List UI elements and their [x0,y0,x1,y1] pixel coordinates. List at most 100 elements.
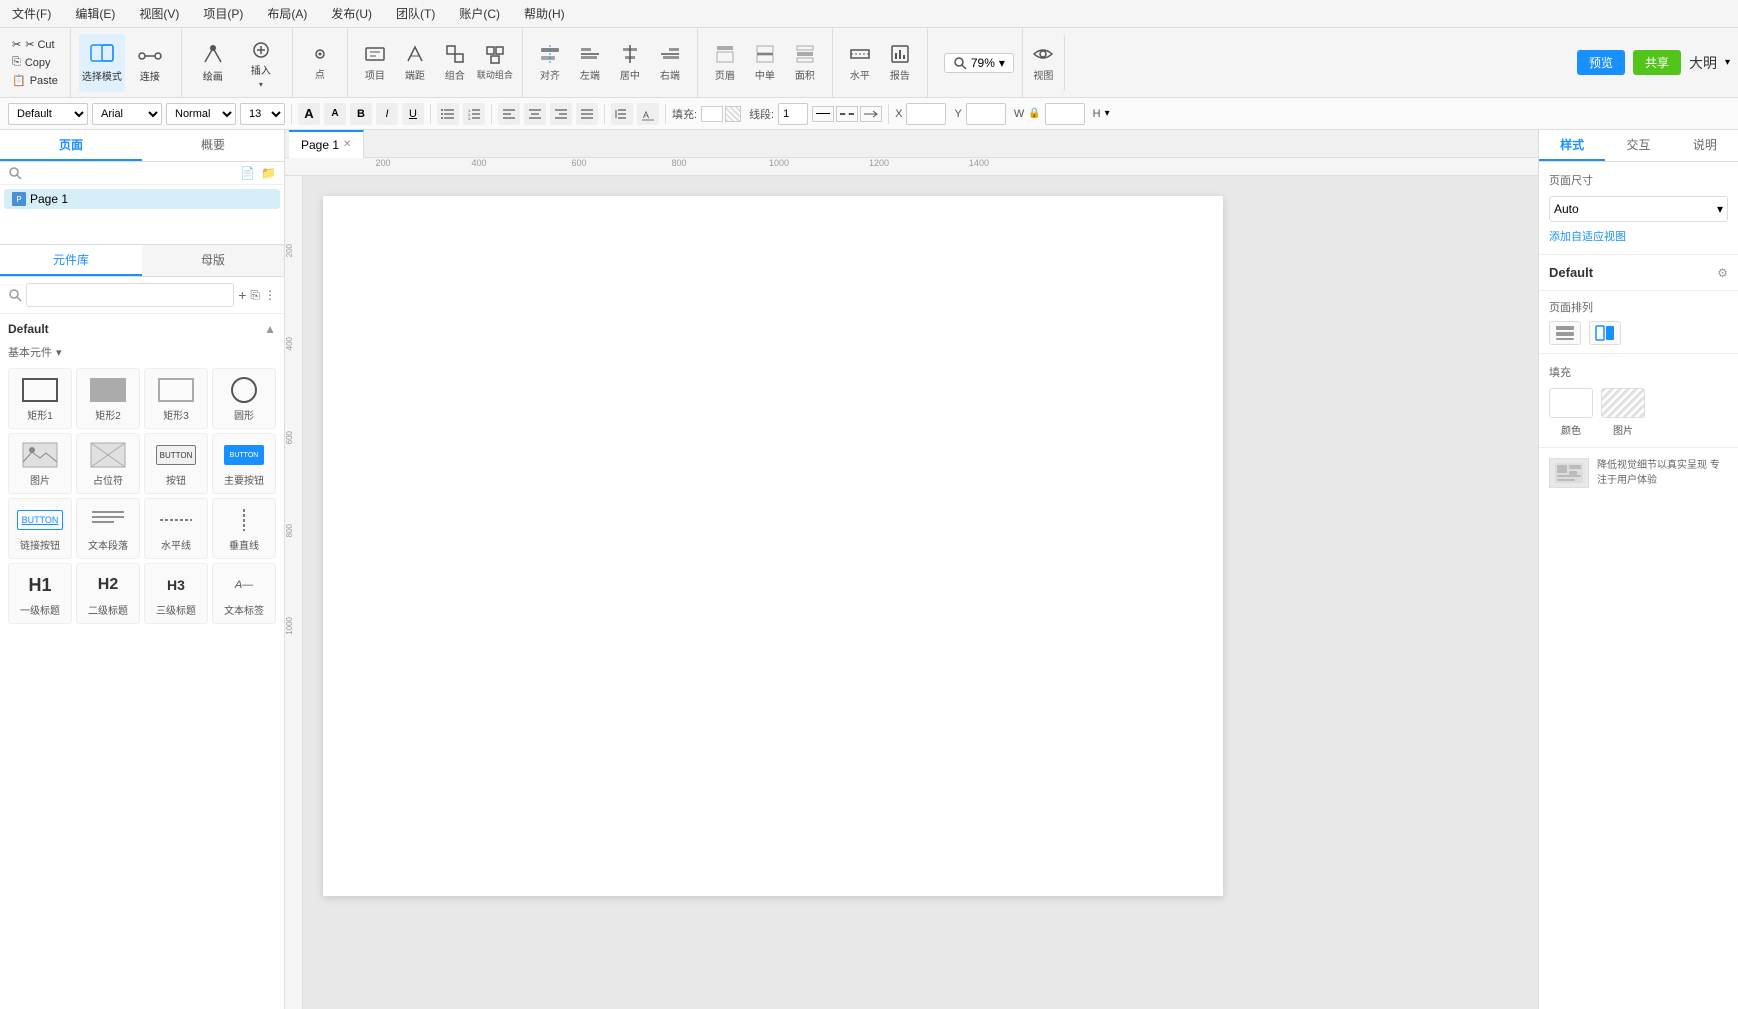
menu-view[interactable]: 视图(V) [135,3,183,24]
text-left-button[interactable] [498,103,520,125]
stroke-width-input[interactable] [778,103,808,125]
ordered-list-button[interactable]: 1.2.3. [463,103,485,125]
page-size-select[interactable]: Auto ▾ [1549,196,1728,222]
preview-button[interactable]: 预览 [1577,50,1625,75]
comp-rect2[interactable]: 矩形2 [76,368,140,429]
point-button[interactable]: 点 [301,34,339,92]
tab-pages[interactable]: 页面 [0,130,142,161]
menu-account[interactable]: 账户(C) [455,3,504,24]
stroke-style-swatch[interactable] [836,106,858,122]
comp-vline[interactable]: 垂直线 [212,498,276,559]
arrange-single-col-button[interactable] [1549,321,1581,345]
default-settings-icon[interactable]: ⚙ [1717,266,1728,280]
w-input[interactable] [1045,103,1085,125]
comp-hline[interactable]: 水平线 [144,498,208,559]
comp-copy-icon[interactable]: ⎘ [250,288,260,303]
left-align-button[interactable]: 左端 [571,34,609,92]
comp-more-icon[interactable]: ⋮ [264,288,276,302]
underline-button[interactable]: U [402,103,424,125]
text-center-button[interactable] [524,103,546,125]
fill-color-option[interactable]: 颜色 [1549,388,1593,437]
list-button[interactable] [437,103,459,125]
comp-h2[interactable]: H2 二级标题 [76,563,140,624]
font-size-select[interactable]: 13 [240,103,285,125]
comp-mainbutton[interactable]: BUTTON 主要按钮 [212,433,276,494]
paste-button[interactable]: 📋 Paste [8,72,62,89]
report-button[interactable]: 报告 [881,34,919,92]
comp-rect3[interactable]: 矩形3 [144,368,208,429]
char-spacing-button[interactable]: A [637,103,659,125]
comp-circle[interactable]: 圆形 [212,368,276,429]
mid-button[interactable]: 中单 [746,34,784,92]
style-type-select[interactable]: Normal [166,103,236,125]
menu-project[interactable]: 项目(P) [199,3,247,24]
project-button[interactable]: 项目 [356,34,394,92]
comp-placeholder[interactable]: 占位符 [76,433,140,494]
text-justify-button[interactable] [576,103,598,125]
style-select[interactable]: Default [8,103,88,125]
add-file-icon[interactable]: 📄 [240,166,255,180]
canvas-tab-close[interactable]: ✕ [343,139,351,150]
fill-none-swatch[interactable] [725,106,741,122]
zoom-button[interactable]: 79% ▾ [944,53,1014,73]
menu-edit[interactable]: 编辑(E) [71,3,119,24]
insert-button[interactable]: 插入 ▾ [238,34,284,92]
menu-help[interactable]: 帮助(H) [520,3,569,24]
menu-team[interactable]: 团队(T) [392,3,439,24]
text-right-button[interactable] [550,103,572,125]
page-item-1[interactable]: P Page 1 [4,189,280,209]
align-button[interactable]: 对齐 [531,34,569,92]
italic-button[interactable]: I [376,103,398,125]
style-button[interactable]: 端距 [396,34,434,92]
tab-interact[interactable]: 交互 [1605,130,1671,161]
view-button[interactable]: 视图 [1027,34,1065,92]
canvas-tab-page1[interactable]: Page 1 ✕ [289,130,364,158]
comp-add-icon[interactable]: + [238,287,246,303]
tab-doc[interactable]: 说明 [1672,130,1738,161]
arrange-multi-col-button[interactable] [1589,321,1621,345]
fill-image-option[interactable]: 图片 [1601,388,1645,437]
share-button[interactable]: 共享 [1633,50,1681,75]
comp-textlabel[interactable]: A— 文本标签 [212,563,276,624]
fill-color-swatch[interactable] [701,106,723,122]
tab-overview[interactable]: 概要 [142,130,284,161]
canvas-scroll[interactable] [303,176,1538,1009]
extra-ops-button[interactable]: 联动组合 [476,34,514,92]
comp-image[interactable]: 图片 [8,433,72,494]
face-button[interactable]: 面积 [786,34,824,92]
component-search-input[interactable] [26,283,234,307]
cut-button[interactable]: ✂ ✂ Cut [8,36,62,53]
line-height-button[interactable] [611,103,633,125]
select-mode-button[interactable]: 选择模式 [79,34,125,92]
menu-file[interactable]: 文件(F) [8,3,55,24]
page-button[interactable]: 页眉 [706,34,744,92]
add-folder-icon[interactable]: 📁 [261,166,276,180]
menu-layout[interactable]: 布局(A) [263,3,311,24]
y-input[interactable] [966,103,1006,125]
comp-linkbutton[interactable]: BUTTON 链接按钮 [8,498,72,559]
hwater-button[interactable]: 水平 [841,34,879,92]
merge-button[interactable]: 组合 [436,34,474,92]
connect-button[interactable]: 连接 [127,34,173,92]
tab-style[interactable]: 样式 [1539,130,1605,161]
comp-textpara[interactable]: 文本段落 [76,498,140,559]
comp-button[interactable]: BUTTON 按钮 [144,433,208,494]
stroke-arrow-swatch[interactable] [860,106,882,122]
tab-master[interactable]: 母版 [142,245,284,276]
menu-publish[interactable]: 发布(U) [327,3,376,24]
bold-button[interactable]: B [350,103,372,125]
draw-button[interactable]: 绘画 [190,34,236,92]
comp-rect1[interactable]: 矩形1 [8,368,72,429]
tab-library[interactable]: 元件库 [0,245,142,276]
comp-h3[interactable]: H3 三级标题 [144,563,208,624]
add-adaptive-link[interactable]: 添加自适应视图 [1549,228,1728,244]
font-large-button[interactable]: A [298,103,320,125]
x-input[interactable] [906,103,946,125]
stroke-color-swatch[interactable] [812,106,834,122]
right-align-button[interactable]: 右端 [651,34,689,92]
section-collapse-icon[interactable]: ▲ [264,322,276,336]
comp-h1[interactable]: H1 一级标题 [8,563,72,624]
copy-button[interactable]: ⎘ Copy [8,54,62,71]
font-small-button[interactable]: A [324,103,346,125]
center-button[interactable]: 居中 [611,34,649,92]
